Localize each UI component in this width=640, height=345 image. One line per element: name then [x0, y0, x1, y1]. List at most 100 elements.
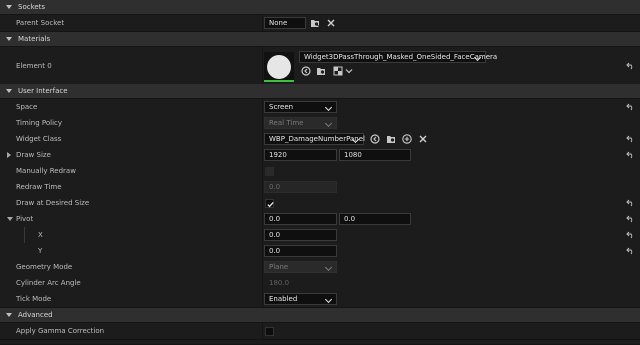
material-thumbnail[interactable] — [264, 52, 294, 82]
reset-arrow-icon[interactable] — [626, 151, 635, 159]
category-title: Advanced — [18, 311, 53, 319]
property-label: Timing Policy — [16, 119, 63, 127]
column-divider — [262, 243, 263, 259]
widget-class-picker[interactable]: WBP_DamageNumberPanel — [264, 133, 365, 145]
geometry-mode-dropdown: Plane — [264, 261, 337, 273]
column-divider — [262, 291, 263, 307]
row-widget-class: Widget Class WBP_DamageNumberPanel — [0, 131, 640, 148]
row-draw-at-desired-size: Draw at Desired Size — [0, 195, 640, 212]
material-type-bar — [264, 80, 294, 82]
chevron-down-icon — [324, 295, 333, 304]
row-tick-mode: Tick Mode Enabled — [0, 291, 640, 308]
reset-arrow-icon[interactable] — [626, 247, 635, 255]
use-selected-arrow-icon[interactable] — [370, 134, 380, 144]
row-draw-size: Draw Size 1920 1080 — [0, 147, 640, 164]
browse-folder-icon[interactable] — [310, 18, 320, 28]
tick-mode-dropdown[interactable]: Enabled — [264, 293, 337, 305]
close-icon[interactable] — [326, 18, 336, 28]
browse-folder-icon[interactable] — [386, 134, 396, 144]
apply-gamma-correction-checkbox[interactable] — [265, 327, 274, 336]
column-divider — [262, 147, 263, 163]
next-row-partial — [0, 340, 640, 345]
column-divider — [262, 259, 263, 275]
property-label: Geometry Mode — [16, 263, 73, 271]
use-selected-arrow-icon[interactable] — [301, 66, 311, 76]
checkmark-icon — [267, 201, 274, 208]
chevron-down-icon — [324, 119, 333, 128]
property-label: Manually Redraw — [16, 167, 76, 175]
add-plus-icon[interactable] — [402, 134, 412, 144]
column-divider — [262, 115, 263, 131]
material-picker[interactable]: Widget3DPassThrough_Masked_OneSided_Face… — [299, 51, 497, 63]
expand-arrow-icon[interactable] — [7, 152, 11, 158]
space-value: Screen — [269, 103, 294, 111]
draw-at-desired-size-checkbox[interactable] — [265, 199, 274, 208]
parent-socket-value[interactable]: None — [264, 17, 306, 29]
column-divider — [262, 227, 263, 243]
reset-arrow-icon[interactable] — [626, 103, 635, 111]
close-icon[interactable] — [418, 134, 428, 144]
collapse-arrow-icon[interactable] — [7, 217, 13, 221]
browse-folder-icon[interactable] — [316, 66, 326, 76]
space-dropdown[interactable]: Screen — [264, 101, 337, 113]
reset-arrow-icon[interactable] — [626, 199, 635, 207]
timing-policy-value: Real Time — [269, 119, 304, 127]
draw-size-x-input[interactable]: 1920 — [264, 149, 337, 161]
row-timing-policy: Timing Policy Real Time — [0, 115, 640, 132]
manually-redraw-checkbox[interactable] — [265, 167, 274, 176]
property-label: Tick Mode — [16, 295, 52, 303]
column-divider — [262, 179, 263, 195]
row-pivot: Pivot 0.0 0.0 — [0, 211, 640, 228]
column-divider — [262, 195, 263, 211]
property-label: Widget Class — [16, 135, 62, 143]
row-pivot-y: Y 0.0 — [0, 243, 640, 260]
category-user-interface[interactable]: User Interface — [0, 84, 640, 98]
triangle-down-icon — [6, 5, 12, 9]
property-label: Space — [16, 103, 38, 111]
row-manually-redraw: Manually Redraw — [0, 163, 640, 180]
row-apply-gamma-correction: Apply Gamma Correction — [0, 323, 640, 340]
reset-arrow-icon[interactable] — [626, 215, 635, 223]
property-label: Y — [38, 247, 43, 255]
draw-size-y-input[interactable]: 1080 — [339, 149, 411, 161]
row-parent-socket: Parent Socket None — [0, 15, 640, 32]
chevron-down-icon[interactable] — [344, 66, 354, 76]
column-divider — [262, 211, 263, 227]
pivot-x-input[interactable]: 0.0 — [264, 213, 337, 225]
property-label: X — [38, 231, 43, 239]
pivot-y-value-input[interactable]: 0.0 — [264, 245, 337, 257]
material-preview-sphere — [267, 55, 291, 79]
cylinder-arc-angle-input: 180.0 — [269, 279, 290, 287]
column-divider — [262, 131, 263, 147]
pivot-x-value-input[interactable]: 0.0 — [264, 229, 337, 241]
timing-policy-dropdown: Real Time — [264, 117, 337, 129]
category-title: User Interface — [18, 87, 68, 95]
row-geometry-mode: Geometry Mode Plane — [0, 259, 640, 276]
column-divider — [262, 15, 263, 31]
redraw-time-input: 0.0 — [264, 181, 337, 193]
category-materials[interactable]: Materials — [0, 32, 640, 46]
category-title: Materials — [18, 35, 51, 43]
category-title: Sockets — [18, 3, 46, 11]
category-advanced[interactable]: Advanced — [0, 308, 640, 322]
property-label: Element 0 — [16, 61, 52, 70]
details-panel: Sockets Parent Socket None Materials Ele… — [0, 0, 640, 345]
property-label: Apply Gamma Correction — [16, 327, 105, 335]
reset-arrow-icon[interactable] — [626, 231, 635, 239]
reset-arrow-icon[interactable] — [626, 135, 635, 143]
tick-mode-value: Enabled — [269, 295, 298, 303]
material-options-icon[interactable] — [333, 66, 343, 76]
triangle-down-icon — [6, 37, 12, 41]
chevron-down-icon — [324, 103, 333, 112]
pivot-y-input[interactable]: 0.0 — [339, 213, 411, 225]
property-label: Draw Size — [16, 151, 51, 159]
column-divider — [262, 163, 263, 179]
row-pivot-x: X 0.0 — [0, 227, 640, 259]
property-label: Redraw Time — [16, 183, 62, 191]
category-sockets[interactable]: Sockets — [0, 0, 640, 14]
row-space: Space Screen — [0, 99, 640, 116]
reset-arrow-icon[interactable] — [626, 62, 635, 70]
row-redraw-time: Redraw Time 0.0 — [0, 179, 640, 196]
column-divider — [262, 99, 263, 115]
column-divider — [262, 323, 263, 339]
